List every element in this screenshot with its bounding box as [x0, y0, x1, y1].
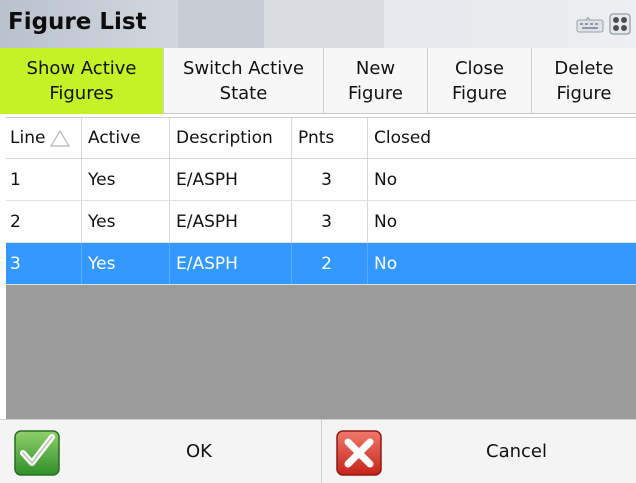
table-header: Line Active Description Pnts Closed [6, 117, 636, 159]
column-header-label: Line [10, 128, 46, 148]
green-checkmark-icon [14, 430, 60, 476]
close-figure-button[interactable]: Close Figure [428, 48, 532, 114]
column-header-line[interactable]: Line [6, 118, 82, 158]
column-header-closed[interactable]: Closed [368, 118, 636, 158]
table-row-selected[interactable]: 3 Yes E/ASPH 2 No [6, 243, 636, 285]
cell-pnts: 2 [292, 243, 368, 284]
cell-line: 2 [6, 201, 82, 242]
table-row[interactable]: 1 Yes E/ASPH 3 No [6, 159, 636, 201]
switch-active-state-button[interactable]: Switch Active State [164, 48, 324, 114]
cell-description: E/ASPH [170, 243, 292, 284]
cell-closed: No [374, 169, 398, 190]
cell-description: E/ASPH [170, 159, 292, 200]
delete-figure-button[interactable]: Delete Figure [532, 48, 636, 114]
new-figure-button[interactable]: New Figure [324, 48, 428, 114]
title-bar: Figure List [0, 0, 636, 48]
cell-active: Yes [82, 201, 170, 242]
cell-line: 1 [6, 159, 82, 200]
cell-closed: No [374, 211, 398, 232]
cell-line: 3 [6, 243, 82, 284]
red-x-icon [336, 430, 382, 476]
table-row[interactable]: 2 Yes E/ASPH 3 No [6, 201, 636, 243]
cancel-label: Cancel [486, 441, 547, 462]
grid-icon[interactable] [609, 13, 631, 35]
title-bar-segment [384, 0, 464, 48]
cancel-button[interactable]: Cancel [322, 420, 636, 483]
column-header-active[interactable]: Active [82, 118, 170, 158]
keyboard-icon[interactable] [576, 17, 604, 33]
ok-button[interactable]: OK [0, 420, 322, 483]
figure-table: Line Active Description Pnts Closed 1 Ye… [6, 117, 636, 419]
cell-active: Yes [82, 243, 170, 284]
cell-pnts: 3 [292, 159, 368, 200]
sort-ascending-icon [50, 129, 71, 147]
title-bar-segment [178, 0, 264, 48]
title-bar-segment [264, 0, 384, 48]
cell-description: E/ASPH [170, 201, 292, 242]
column-header-pnts[interactable]: Pnts [292, 118, 368, 158]
cell-pnts: 3 [292, 201, 368, 242]
dialog-footer: OK Cancel [0, 419, 636, 483]
cell-active: Yes [82, 159, 170, 200]
toolbar: Show Active Figures Switch Active State … [0, 48, 636, 114]
cell-closed: No [374, 253, 398, 274]
column-header-description[interactable]: Description [170, 118, 292, 158]
show-active-figures-button[interactable]: Show Active Figures [0, 48, 164, 114]
window-title: Figure List [8, 9, 147, 35]
ok-label: OK [186, 441, 212, 462]
